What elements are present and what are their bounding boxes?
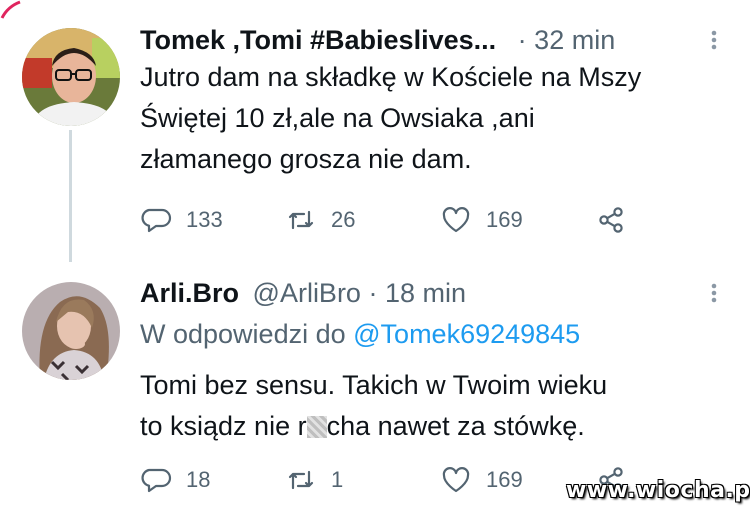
reply-icon <box>141 468 172 493</box>
tweet-header: Tomek ,Tomi #Babieslives... · 32 min <box>140 24 615 56</box>
more-options-icon[interactable] <box>706 277 722 309</box>
retweet-icon <box>288 470 314 490</box>
reply-mention-link[interactable]: @Tomek69249845 <box>353 319 580 349</box>
display-name[interactable]: Tomek ,Tomi #Babieslives... <box>140 25 496 55</box>
like-count: 169 <box>486 467 523 492</box>
retweet-icon <box>288 210 314 230</box>
tweet-header: Arli.Bro @ArliBro · 18 min <box>140 277 466 309</box>
tweet-text: Jutro dam na składkę w Kościele na Mszy … <box>140 62 642 174</box>
separator-dot: · <box>368 278 378 308</box>
more-options-icon[interactable] <box>706 24 722 56</box>
retweet-button[interactable]: 1 <box>285 462 343 498</box>
tweet-text-line: cha nawet za stówkę. <box>326 411 585 441</box>
avatar[interactable] <box>22 282 120 380</box>
tweet-text: Tomi bez sensu. Takich w Twoim wieku to k… <box>140 365 740 447</box>
reply-icon <box>141 208 172 233</box>
thread-line <box>69 130 72 262</box>
tweet-text-line: to ksiądz nie r <box>140 411 307 441</box>
separator-dot: · <box>517 25 527 55</box>
reply-prefix: W odpowiedzi do <box>140 319 346 349</box>
display-name[interactable]: Arli.Bro <box>140 278 239 308</box>
timestamp[interactable]: 32 min <box>534 25 615 55</box>
share-icon <box>599 207 623 233</box>
reply-count: 18 <box>186 467 211 492</box>
like-count: 169 <box>486 207 523 232</box>
censor-blur <box>306 416 327 438</box>
heart-icon <box>442 207 470 233</box>
retweet-count: 26 <box>331 207 356 232</box>
retweet-button[interactable]: 26 <box>285 202 355 238</box>
reply-context: W odpowiedzi do @Tomek69249845 <box>140 318 580 350</box>
share-button[interactable] <box>595 202 627 238</box>
timestamp[interactable]: 18 min <box>385 278 466 308</box>
tweet[interactable]: Tomek ,Tomi #Babieslives... · 32 min Jut… <box>0 0 750 262</box>
heart-icon <box>442 467 470 493</box>
reply-button[interactable]: 133 <box>140 202 223 238</box>
like-button[interactable]: 169 <box>440 202 523 238</box>
watermark: www.wiocha.pl <box>566 478 750 503</box>
avatar[interactable] <box>22 28 120 126</box>
reply-count: 133 <box>186 207 223 232</box>
tweet-text-line: Tomi bez sensu. Takich w Twoim wieku <box>140 370 608 400</box>
like-button[interactable]: 169 <box>440 462 523 498</box>
user-handle[interactable]: @ArliBro <box>253 278 361 308</box>
retweet-count: 1 <box>331 467 344 492</box>
reply-button[interactable]: 18 <box>140 462 210 498</box>
tweet-actions: 133 26 169 <box>140 202 660 238</box>
